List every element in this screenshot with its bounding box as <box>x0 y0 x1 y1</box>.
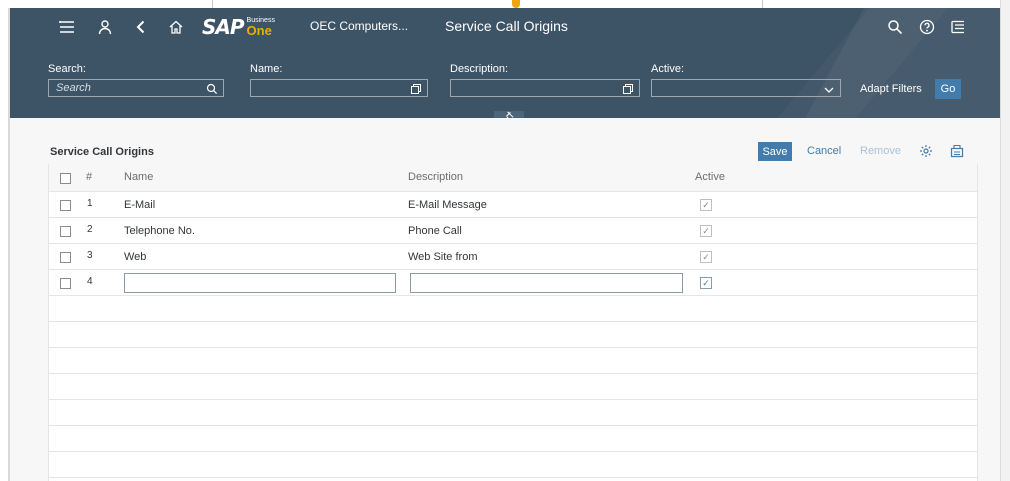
row-select-checkbox[interactable] <box>60 200 71 211</box>
column-header-active[interactable]: Active <box>695 171 725 183</box>
name-input[interactable] <box>124 273 396 293</box>
empty-row <box>49 452 977 478</box>
empty-row <box>49 296 977 322</box>
empty-row <box>49 400 977 426</box>
active-checkbox[interactable]: ✓ <box>700 199 712 211</box>
app-window: SAP Business One OEC Computers... Servic… <box>10 8 1000 481</box>
row-number: 3 <box>87 250 93 261</box>
name-filter-input[interactable] <box>250 79 428 97</box>
menu-icon[interactable] <box>56 16 78 38</box>
content-area: Service Call Origins Save Cancel Remove … <box>10 118 1000 481</box>
table-row[interactable]: 2 Telephone No. Phone Call ✓ <box>49 218 977 244</box>
pin-icon <box>505 107 514 118</box>
row-select-checkbox[interactable] <box>60 226 71 237</box>
active-checkbox[interactable]: ✓ <box>700 251 712 263</box>
select-all-checkbox[interactable] <box>60 173 71 184</box>
search-icon[interactable] <box>206 82 218 95</box>
column-header-name[interactable]: Name <box>124 171 153 183</box>
description-cell[interactable]: Web Site from <box>408 251 478 263</box>
name-cell[interactable]: E-Mail <box>124 199 155 211</box>
go-button[interactable]: Go <box>935 79 961 99</box>
shell-bar: SAP Business One OEC Computers... Servic… <box>10 8 1000 118</box>
name-cell[interactable]: Telephone No. <box>124 225 195 237</box>
home-icon[interactable] <box>165 16 187 38</box>
table-row[interactable]: 4 ✓ <box>49 270 977 296</box>
description-filter-input[interactable] <box>450 79 640 97</box>
row-number: 4 <box>87 276 93 287</box>
empty-row <box>49 374 977 400</box>
page-title: Service Call Origins <box>445 18 568 34</box>
settings-icon[interactable] <box>919 144 933 158</box>
window-scrollbar-area <box>1000 0 1010 481</box>
description-filter-label: Description: <box>450 63 509 75</box>
row-number: 2 <box>87 224 93 235</box>
remove-button[interactable]: Remove <box>860 145 901 157</box>
service-call-origins-table: # Name Description Active 1 E-Mail E-Mai… <box>48 164 978 481</box>
table-row[interactable]: 3 Web Web Site from ✓ <box>49 244 977 270</box>
window-divider <box>762 0 763 8</box>
active-checkbox[interactable]: ✓ <box>700 225 712 237</box>
row-select-checkbox[interactable] <box>60 252 71 263</box>
filter-bar: Search: Search Name: Description: Active… <box>10 46 1000 118</box>
value-help-icon[interactable] <box>410 82 422 94</box>
search-label: Search: <box>48 63 86 75</box>
outer-window-edge <box>0 0 1010 8</box>
search-icon[interactable] <box>884 16 906 38</box>
row-number: 1 <box>87 198 93 209</box>
table-header-row: # Name Description Active <box>49 164 977 192</box>
description-cell[interactable]: Phone Call <box>408 225 462 237</box>
focus-indicator <box>512 0 520 8</box>
name-cell[interactable]: Web <box>124 251 146 263</box>
user-icon[interactable] <box>94 16 116 38</box>
search-placeholder: Search <box>56 82 91 94</box>
search-input[interactable]: Search <box>48 79 224 97</box>
export-icon[interactable] <box>950 144 964 158</box>
table-title: Service Call Origins <box>50 146 154 158</box>
description-input[interactable] <box>410 273 683 293</box>
row-select-checkbox[interactable] <box>60 278 71 289</box>
value-help-icon[interactable] <box>622 82 634 94</box>
table-row[interactable]: 1 E-Mail E-Mail Message ✓ <box>49 192 977 218</box>
active-filter-label: Active: <box>651 63 685 75</box>
column-header-number: # <box>86 171 93 183</box>
sap-logo[interactable]: SAP Business One <box>202 15 275 39</box>
active-checkbox[interactable]: ✓ <box>700 277 712 289</box>
company-selector[interactable]: OEC Computers... <box>310 19 408 33</box>
dropdown-icon[interactable] <box>823 83 835 95</box>
active-filter-select[interactable] <box>651 79 841 97</box>
adapt-filters-button[interactable]: Adapt Filters <box>860 83 922 95</box>
back-icon[interactable] <box>130 16 152 38</box>
name-filter-label: Name: <box>250 63 283 75</box>
help-icon[interactable] <box>916 16 938 38</box>
pin-header-button[interactable] <box>494 111 524 118</box>
logo-one-text: One <box>246 23 272 38</box>
logo-sap-text: SAP <box>202 15 245 39</box>
cancel-button[interactable]: Cancel <box>807 145 841 157</box>
empty-row <box>49 322 977 348</box>
logo-business-one: Business One <box>247 17 275 37</box>
column-header-description[interactable]: Description <box>408 171 463 183</box>
empty-row <box>49 426 977 452</box>
notifications-icon[interactable] <box>947 16 969 38</box>
window-divider <box>212 0 213 8</box>
header-bar: SAP Business One OEC Computers... Servic… <box>10 8 1000 46</box>
empty-row <box>49 348 977 374</box>
save-button[interactable]: Save <box>758 142 792 161</box>
description-cell[interactable]: E-Mail Message <box>408 199 487 211</box>
